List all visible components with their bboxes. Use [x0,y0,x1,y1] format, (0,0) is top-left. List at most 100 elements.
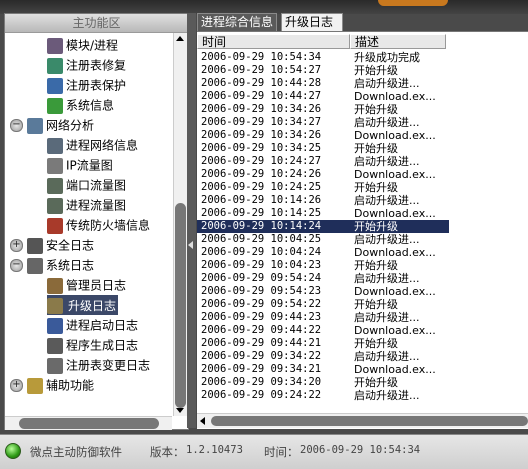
tree-expander-plus-icon[interactable]: + [10,379,23,392]
tree-item[interactable]: 进程启动日志 [47,315,138,335]
tree-expander-minus-icon[interactable]: − [10,259,23,272]
tree-item[interactable]: 注册表保护 [47,75,126,95]
tree-item-label: 进程网络信息 [66,138,139,153]
tree-item[interactable]: 进程网络信息 [47,135,138,155]
log-row[interactable]: 2006-09-29 10:04:25 启动升级进... [197,233,528,246]
log-row[interactable]: 2006-09-29 09:54:23 Download.ex... [197,285,528,298]
log-row[interactable]: 2006-09-29 09:34:22 启动升级进... [197,350,528,363]
module-process-icon [47,37,63,54]
log-row[interactable]: 2006-09-29 10:54:34 升级成功完成 [197,51,528,64]
tree-item[interactable]: 进程流量图 [47,195,126,215]
tree-item[interactable]: 辅助功能 [27,375,94,395]
log-row[interactable]: 2006-09-29 10:14:26 启动升级进... [197,194,528,207]
log-time-cell: 2006-09-29 09:44:22 [201,324,322,336]
log-desc-cell: 开始升级 [354,64,398,77]
log-desc-cell: 开始升级 [354,298,398,311]
log-desc-cell: Download.ex... [354,324,436,337]
log-row[interactable]: 2006-09-29 09:24:22 启动升级进... [197,389,528,402]
log-row[interactable]: 2006-09-29 09:54:22 开始升级 [197,298,528,311]
log-time-cell: 2006-09-29 09:24:22 [201,389,322,401]
log-row[interactable]: 2006-09-29 09:44:22 Download.ex... [197,324,528,337]
log-row[interactable]: 2006-09-29 10:04:24 Download.ex... [197,246,528,259]
log-desc-cell: Download.ex... [354,285,436,298]
tree-item[interactable]: 系统日志 [27,255,94,275]
log-row[interactable]: 2006-09-29 09:44:23 启动升级进... [197,311,528,324]
log-time-cell: 2006-09-29 10:04:23 [201,259,322,271]
log-row[interactable]: 2006-09-29 10:34:25 开始升级 [197,142,528,155]
log-row[interactable]: 2006-09-29 09:34:20 开始升级 [197,376,528,389]
tree-item[interactable]: 模块/进程 [47,35,118,55]
tree-item[interactable]: 程序生成日志 [47,335,138,355]
log-row[interactable]: 2006-09-29 10:24:27 启动升级进... [197,155,528,168]
log-row[interactable]: 2006-09-29 10:14:25 Download.ex... [197,207,528,220]
firewall-icon [47,217,63,234]
log-desc-cell: 启动升级进... [354,233,420,246]
tree-scroll-thumb[interactable] [175,203,186,408]
tree-expander-plus-icon[interactable]: + [10,239,23,252]
log-desc-cell: 启动升级进... [354,194,420,207]
log-desc-cell: 升级成功完成 [354,51,420,64]
collapse-left-icon[interactable] [188,241,193,249]
column-header-time[interactable]: 时间 [197,34,350,49]
log-desc-cell: 启动升级进... [354,77,420,90]
tree-item[interactable]: 管理员日志 [47,275,126,295]
panel-splitter[interactable] [187,13,196,428]
log-time-cell: 2006-09-29 10:34:27 [201,116,322,128]
tree-expander-minus-icon[interactable]: − [10,119,23,132]
log-row[interactable]: 2006-09-29 10:44:27 Download.ex... [197,90,528,103]
column-header-desc[interactable]: 描述 [350,34,446,49]
scroll-left-arrow-icon[interactable] [200,417,205,425]
log-row[interactable]: 2006-09-29 09:54:24 启动升级进... [197,272,528,285]
log-desc-cell: 启动升级进... [354,116,420,129]
panel-header: 主功能区 [5,14,188,33]
log-desc-cell: Download.ex... [354,90,436,103]
tree-item[interactable]: 传统防火墙信息 [47,215,150,235]
scroll-up-arrow-icon[interactable] [176,36,184,41]
log-time-cell: 2006-09-29 10:44:27 [201,90,322,102]
time-label: 时间： [264,445,299,459]
log-row[interactable]: 2006-09-29 09:34:21 Download.ex... [197,363,528,376]
tree-horizontal-scrollbar[interactable] [5,416,172,430]
log-row[interactable]: 2006-09-29 10:14:24 开始升级 [197,220,449,233]
tab-upgrade-log[interactable]: 升级日志 [281,13,343,32]
tree-item[interactable]: 升级日志 [47,295,119,315]
tree-hscroll-thumb[interactable] [19,418,159,429]
log-hscroll-thumb[interactable] [211,416,528,426]
log-row[interactable]: 2006-09-29 10:24:26 Download.ex... [197,168,528,181]
log-row[interactable]: 2006-09-29 10:04:23 开始升级 [197,259,528,272]
list-header: 时间 描述 [197,34,528,50]
log-desc-cell: 启动升级进... [354,311,420,324]
log-row[interactable]: 2006-09-29 10:34:27 启动升级进... [197,116,528,129]
tree-item-label: 进程启动日志 [66,318,139,333]
log-desc-cell: 启动升级进... [354,155,420,168]
registry-repair-icon [47,57,63,74]
scroll-down-arrow-icon[interactable] [176,408,184,413]
tree-item[interactable]: IP流量图 [47,155,113,175]
tab-process-info[interactable]: 进程综合信息 [197,13,277,31]
log-rows: 2006-09-29 10:54:34 升级成功完成 2006-09-29 10:5… [197,51,528,413]
log-row[interactable]: 2006-09-29 10:54:27 开始升级 [197,64,528,77]
log-row[interactable]: 2006-09-29 10:34:26 Download.ex... [197,129,528,142]
tree-item[interactable]: 安全日志 [27,235,94,255]
log-row[interactable]: 2006-09-29 10:44:28 启动升级进... [197,77,528,90]
log-row[interactable]: 2006-09-29 09:44:21 开始升级 [197,337,528,350]
log-row[interactable]: 2006-09-29 10:24:25 开始升级 [197,181,528,194]
tree-vertical-scrollbar[interactable] [173,33,187,416]
version-value: 1.2.10473 [186,444,243,456]
log-time-cell: 2006-09-29 09:34:20 [201,376,322,388]
time-value: 2006-09-29 10:54:34 [300,444,421,456]
tree-item[interactable]: 网络分析 [27,115,94,135]
tree-item[interactable]: 注册表变更日志 [47,355,150,375]
log-time-cell: 2006-09-29 10:14:25 [201,207,322,219]
log-time-cell: 2006-09-29 09:34:22 [201,350,322,362]
log-horizontal-scrollbar[interactable] [197,413,528,428]
log-row[interactable]: 2006-09-29 10:34:26 开始升级 [197,103,528,116]
process-traffic-icon [47,197,63,214]
tree-item[interactable]: 端口流量图 [47,175,126,195]
top-bar [0,0,528,14]
log-time-cell: 2006-09-29 10:44:28 [201,77,322,89]
tree-item[interactable]: 注册表修复 [47,55,126,75]
security-log-icon [27,237,43,254]
tree-item-label: 注册表修复 [66,58,127,73]
tree-item[interactable]: 系统信息 [47,95,114,115]
